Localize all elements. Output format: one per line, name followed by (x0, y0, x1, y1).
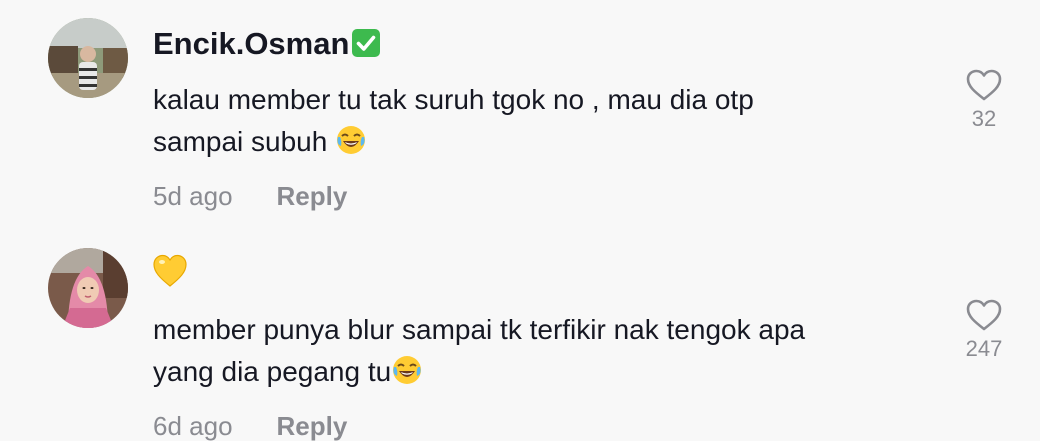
yellow-heart-emoji (152, 253, 188, 289)
like-button[interactable]: 247 (944, 298, 1024, 362)
comment-text-line: yang dia pegang tu (153, 351, 933, 393)
avatar[interactable] (48, 248, 128, 328)
like-count: 247 (965, 336, 1003, 361)
comment-meta: 6d ago Reply (153, 411, 347, 441)
comment-text-line: member punya blur sampai tk terfikir nak… (153, 314, 806, 345)
comment-text: member punya blur sampai tk terfikir nak… (153, 309, 933, 393)
heart-outline-icon (966, 299, 1002, 331)
reply-button[interactable]: Reply (277, 411, 348, 441)
comment-item: member punya blur sampai tk terfikir nak… (0, 0, 1040, 441)
comment-text-fragment: yang dia pegang tu (153, 356, 392, 387)
tears-of-joy-emoji (391, 354, 423, 386)
timestamp: 6d ago (153, 411, 233, 441)
